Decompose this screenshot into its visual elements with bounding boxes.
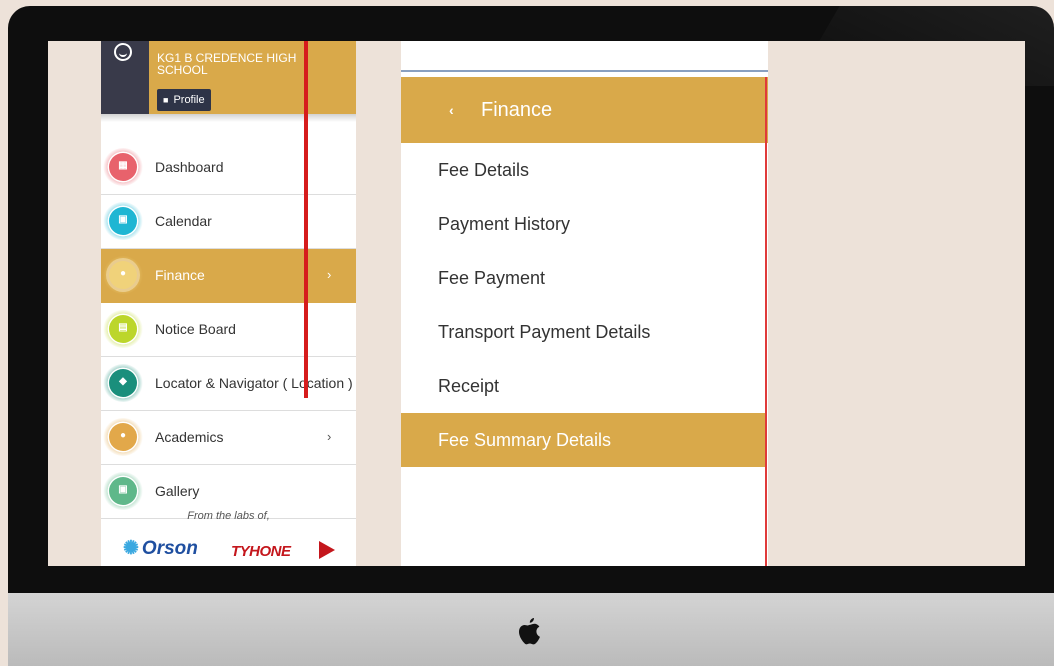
sidebar-item-label: Locator & Navigator ( Location ) xyxy=(155,375,353,391)
chevron-right-icon: › xyxy=(327,267,332,282)
sidebar-item-label: Dashboard xyxy=(155,159,224,175)
back-chevron-icon[interactable]: ‹ xyxy=(449,77,454,143)
tyhone-logo: TYHONE xyxy=(231,543,291,560)
profile-label: Profile xyxy=(173,94,205,106)
panel-red-border xyxy=(765,77,767,566)
school-name: KG1 B CREDENCE HIGH SCHOOL xyxy=(157,51,297,77)
sidebar-item-academics[interactable]: ● Academics › xyxy=(101,411,356,465)
panel-top-divider xyxy=(401,70,768,72)
icon-glyph: ● xyxy=(119,268,127,279)
finance-panel: ‹ Finance Fee Details Payment History Fee … xyxy=(401,41,768,566)
app-screen: KG1 B CREDENCE HIGH SCHOOL ■ Profile ▦ Das… xyxy=(48,41,1025,566)
gallery-icon: ▣ xyxy=(103,472,143,510)
finance-item-label: Fee Details xyxy=(438,160,530,180)
sidebar-item-label: Calendar xyxy=(155,213,212,229)
apple-logo-icon xyxy=(519,618,540,645)
smiley-icon xyxy=(114,43,132,61)
icon-glyph: ▣ xyxy=(118,484,128,495)
finance-item-label: Payment History xyxy=(438,214,571,234)
orson-logo: ✺ Orson xyxy=(123,537,198,560)
sidebar-item-locator-navigator-location[interactable]: ◆ Locator & Navigator ( Location ) xyxy=(101,357,356,411)
finance-item-label: Fee Payment xyxy=(438,268,546,288)
sidebar-item-label: Notice Board xyxy=(155,321,236,337)
footer-credit: From the labs of, xyxy=(187,510,270,522)
icon-glyph: ● xyxy=(119,430,127,441)
sidebar-header: KG1 B CREDENCE HIGH SCHOOL ■ Profile xyxy=(101,41,356,114)
finance-panel-title: Finance xyxy=(481,99,553,121)
orson-logo-text: Orson xyxy=(141,538,198,559)
icon-glyph: ◆ xyxy=(119,376,127,387)
finance-item-fee-payment[interactable]: Fee Payment xyxy=(401,251,765,305)
monitor-chin xyxy=(8,593,1054,666)
finance-panel-header: ‹ Finance xyxy=(401,77,768,143)
profile-button[interactable]: ■ Profile xyxy=(157,89,211,111)
sidebar-item-label: Finance xyxy=(155,267,205,283)
finance-item-transport-payment-details[interactable]: Transport Payment Details xyxy=(401,305,765,359)
person-icon: ■ xyxy=(163,95,169,105)
imac-monitor: KG1 B CREDENCE HIGH SCHOOL ■ Profile ▦ Das… xyxy=(8,6,1054,666)
location-pin-icon: ◆ xyxy=(103,364,143,402)
sidebar: KG1 B CREDENCE HIGH SCHOOL ■ Profile ▦ Das… xyxy=(101,41,356,566)
icon-glyph: ▣ xyxy=(118,214,128,225)
dashboard-icon: ▦ xyxy=(103,148,143,186)
finance-item-receipt[interactable]: Receipt xyxy=(401,359,765,413)
finance-item-label: Fee Summary Details xyxy=(438,430,612,450)
header-shadow xyxy=(101,114,356,122)
sidebar-item-dashboard[interactable]: ▦ Dashboard xyxy=(101,141,356,195)
sidebar-item-label: Academics xyxy=(155,429,224,445)
finance-item-label: Transport Payment Details xyxy=(438,322,651,342)
avatar-panel xyxy=(101,41,149,114)
icon-glyph: ▤ xyxy=(118,322,128,333)
academics-icon: ● xyxy=(103,418,143,456)
sidebar-item-notice-board[interactable]: ▤ Notice Board xyxy=(101,303,356,357)
calendar-icon: ▣ xyxy=(103,202,143,240)
finance-item-label: Receipt xyxy=(438,376,500,396)
finance-item-fee-summary-details[interactable]: Fee Summary Details xyxy=(401,413,765,467)
orson-burst-icon: ✺ xyxy=(123,538,139,559)
sidebar-item-calendar[interactable]: ▣ Calendar xyxy=(101,195,356,249)
sidebar-red-border xyxy=(304,41,308,398)
finance-icon: ● xyxy=(103,256,143,294)
icon-glyph: ▦ xyxy=(118,160,128,171)
finance-item-fee-details[interactable]: Fee Details xyxy=(401,143,765,197)
chevron-right-icon: › xyxy=(327,429,332,444)
finance-item-payment-history[interactable]: Payment History xyxy=(401,197,765,251)
sidebar-item-finance[interactable]: ● Finance › xyxy=(101,249,356,303)
tyhone-flag-icon xyxy=(319,541,335,559)
notice-board-icon: ▤ xyxy=(103,310,143,348)
